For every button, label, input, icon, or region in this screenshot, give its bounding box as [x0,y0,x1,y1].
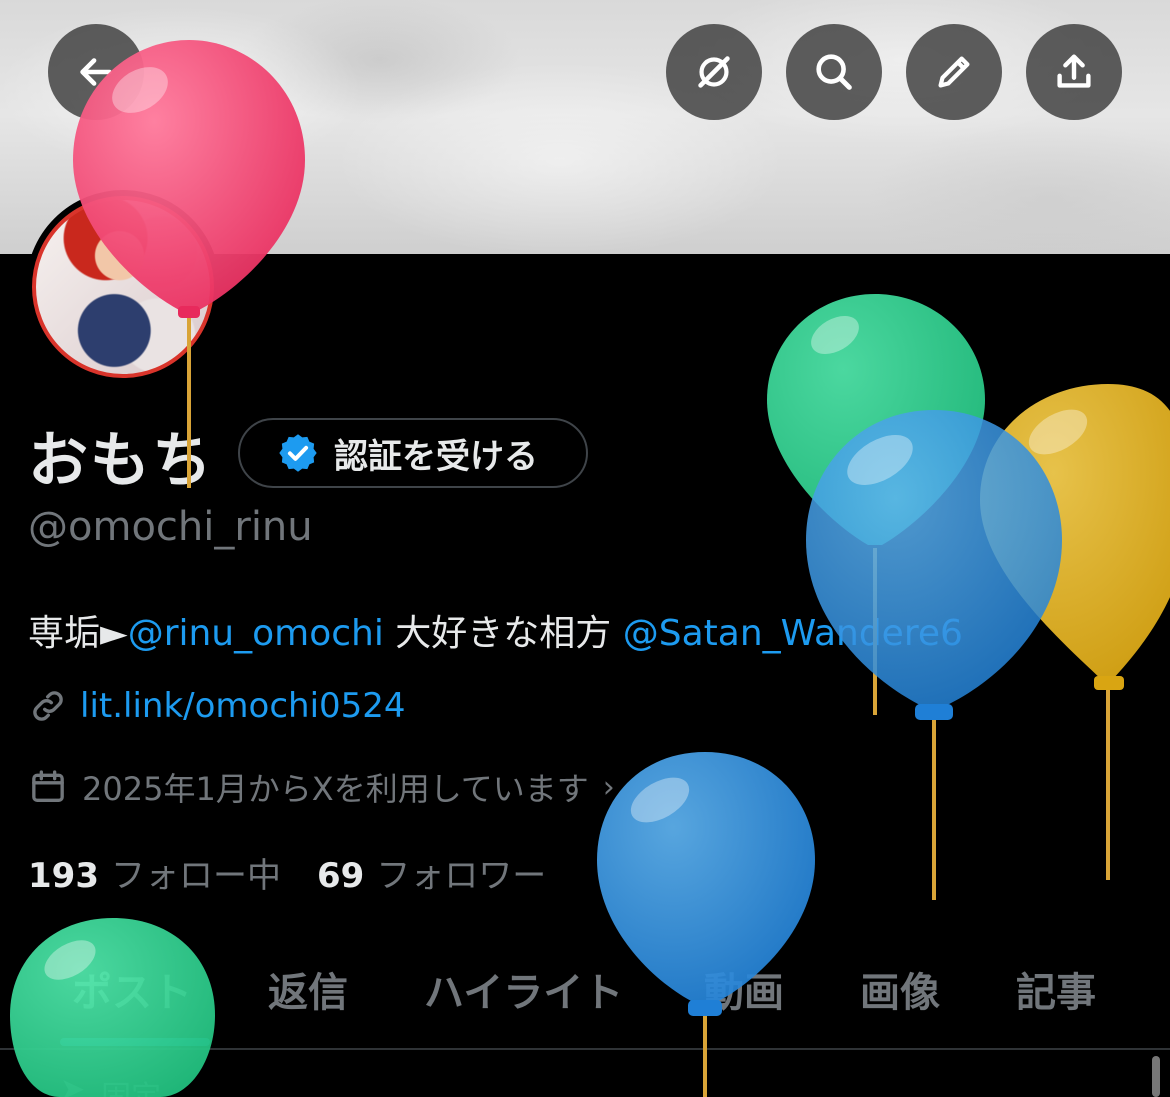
back-button[interactable] [48,24,144,120]
tab-posts[interactable]: ポスト [72,960,192,1018]
grok-icon [698,56,730,88]
pencil-icon [938,56,970,88]
profile-tabs: ポスト 返信 ハイライト 動画 画像 記事 [0,948,1170,1048]
bio-mention-rinu[interactable]: @rinu_omochi [128,613,384,654]
tab-replies[interactable]: 返信 [268,960,348,1018]
followers-count[interactable]: 69 [317,856,364,896]
share-icon [1057,54,1091,88]
pinned-post-header: ➤ 固定 [60,1072,161,1097]
grok-button[interactable] [666,24,762,120]
tab-photos[interactable]: 画像 [860,960,940,1018]
tab-highlights[interactable]: ハイライト [424,960,623,1018]
follow-stats: 193 フォロー中 69 フォロワー [28,848,582,897]
avatar[interactable] [26,190,220,384]
bio: 専垢►@rinu_omochi 大好きな相方 @Satan_Wandere6 [28,604,963,656]
search-button[interactable] [786,24,882,120]
verified-badge-icon [279,434,317,472]
calendar-icon [32,770,64,802]
bio-middle: 大好きな相方 [383,613,623,654]
arrow-left-icon [80,58,112,86]
followers-label[interactable]: フォロワー [376,848,546,897]
bio-mention-satan[interactable]: @Satan_Wandere6 [623,613,963,654]
bio-prefix: 専垢► [28,613,128,654]
active-tab-indicator [60,1038,210,1046]
pin-icon: ➤ [60,1072,86,1097]
tab-articles[interactable]: 記事 [1016,960,1096,1018]
following-count[interactable]: 193 [28,856,99,896]
search-icon [816,54,852,90]
edit-button[interactable] [906,24,1002,120]
tab-videos[interactable]: 動画 [704,960,784,1018]
joined-date-text: 2025年1月からXを利用しています [82,770,589,808]
chevron-right-icon: › [602,769,615,805]
website-link-row[interactable]: lit.link/omochi0524 [28,686,406,726]
get-verified-label: 認証を受ける [334,436,538,477]
avatar-image [32,196,214,378]
display-name: おもち [28,426,214,496]
following-label[interactable]: フォロー中 [111,848,281,897]
link-icon [33,691,63,721]
balloon-yellow [980,384,1170,880]
joined-date-row[interactable]: 2025年1月からXを利用しています › [28,764,615,810]
get-verified-button[interactable]: 認証を受ける [238,418,588,488]
tabs-divider [0,1048,1170,1050]
website-link[interactable]: lit.link/omochi0524 [80,686,406,726]
pinned-label: 固定 [101,1072,161,1097]
scrollbar[interactable] [1152,1056,1160,1097]
share-button[interactable] [1026,24,1122,120]
username-handle: @omochi_rinu [28,504,313,550]
